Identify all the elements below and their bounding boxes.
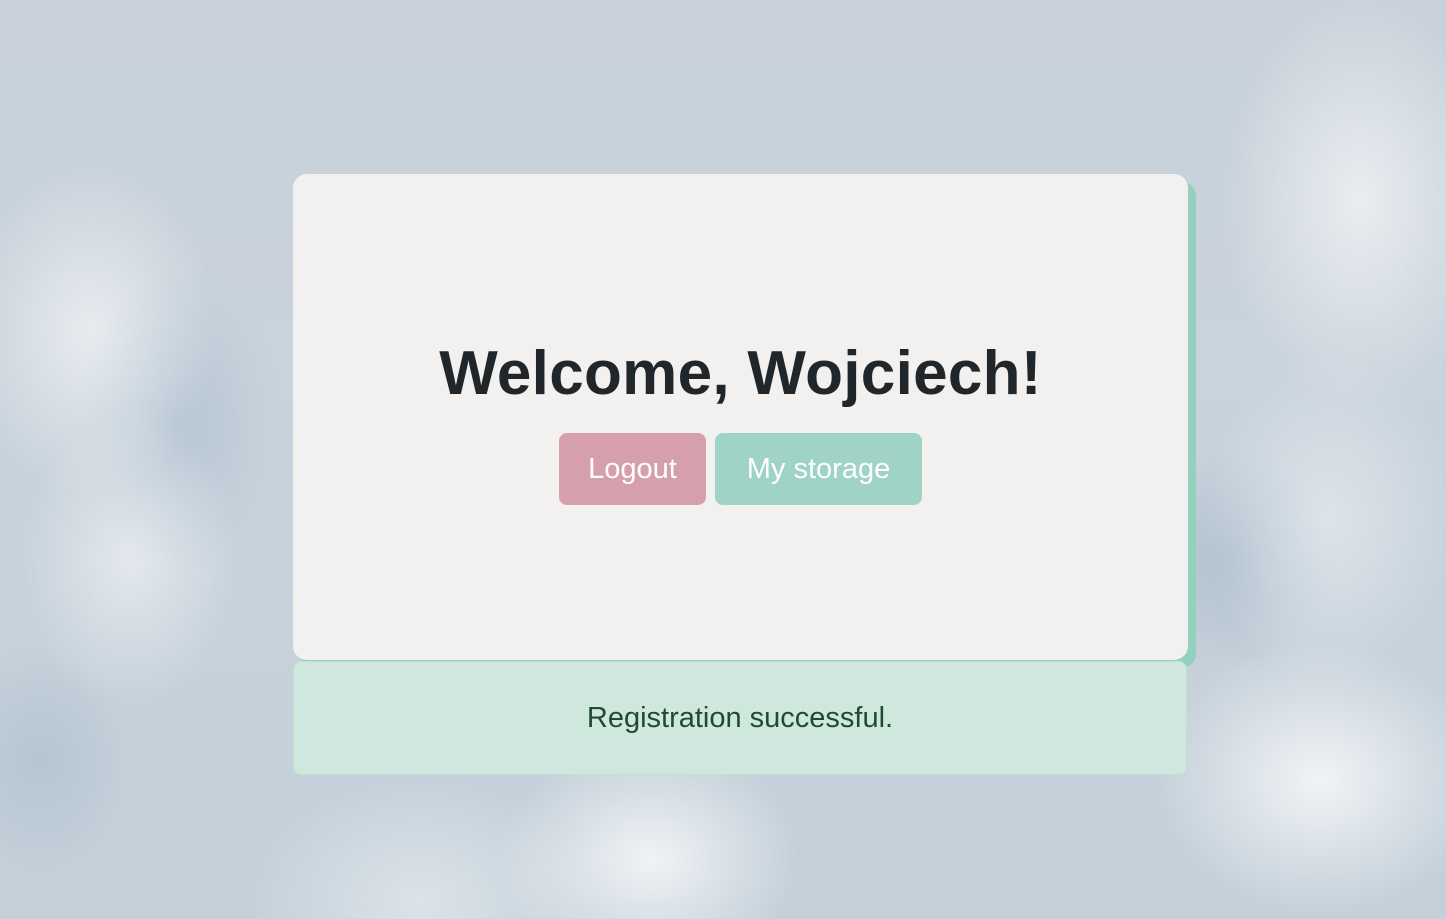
alert-message: Registration successful. [586, 701, 894, 734]
action-buttons: Logout My storage [559, 433, 922, 505]
success-alert: Registration successful. [293, 661, 1187, 775]
welcome-heading: Welcome, Wojciech! [439, 339, 1042, 408]
welcome-card: Welcome, Wojciech! Logout My storage [293, 174, 1188, 660]
my-storage-button[interactable]: My storage [715, 433, 922, 505]
logout-button[interactable]: Logout [559, 433, 706, 505]
